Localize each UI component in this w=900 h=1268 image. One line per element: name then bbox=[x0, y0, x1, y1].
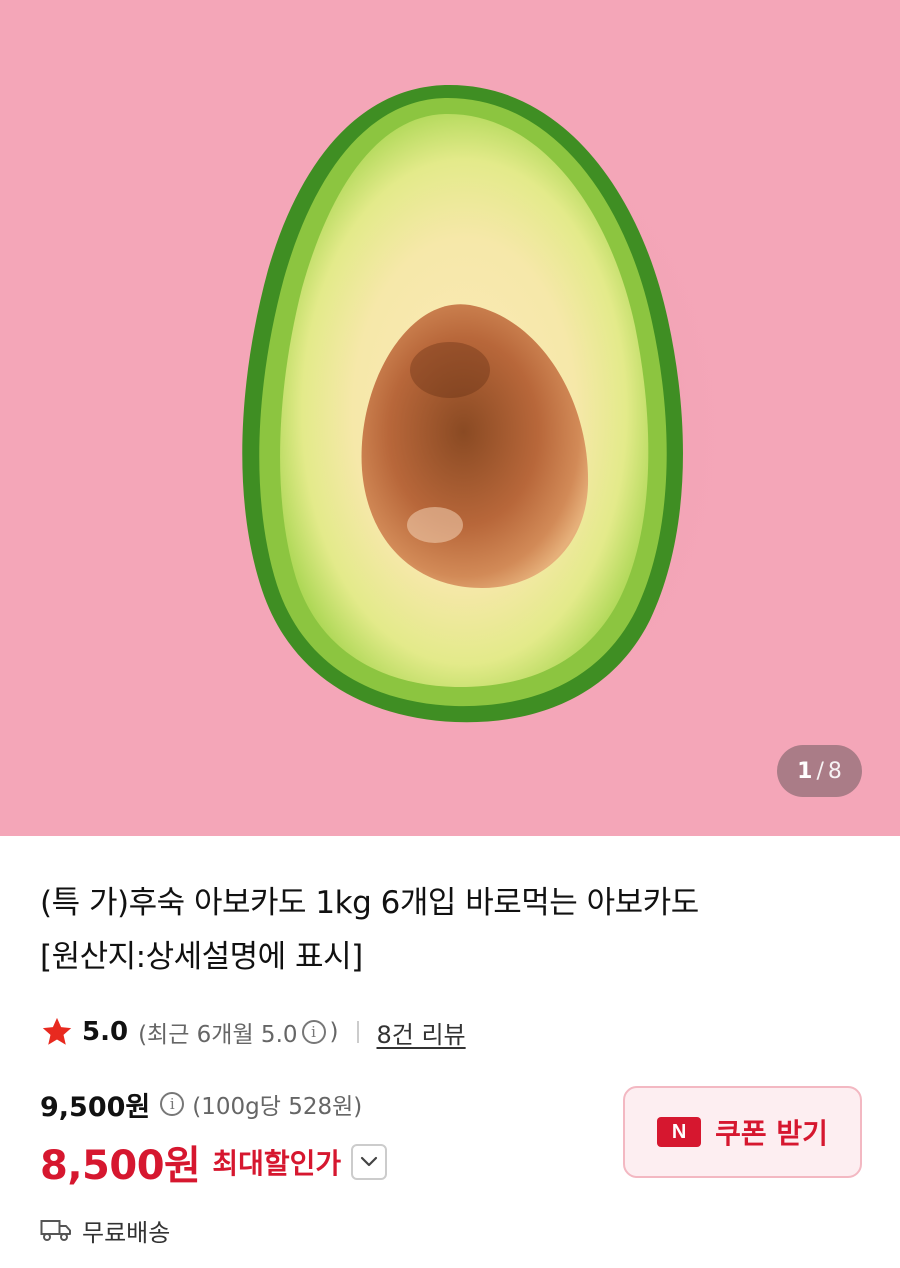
original-price-row: 9,500원 i (100g당 528원) bbox=[40, 1082, 362, 1126]
shipping-row: 무료배송 bbox=[40, 1208, 170, 1252]
product-title-line2: [원산지:상세설명에 표시] bbox=[40, 939, 363, 975]
shipping-label: 무료배송 bbox=[82, 1218, 171, 1247]
truck-icon bbox=[40, 1220, 71, 1241]
product-title-line1: (특 가)후숙 아보카도 1kg 6개입 바로먹는 아보카도 bbox=[40, 885, 699, 921]
coupon-button[interactable]: N 쿠폰 받기 bbox=[623, 1086, 862, 1178]
rating-score: 5.0 bbox=[82, 1017, 129, 1047]
recent-rating: (최근 6개월 5.0 i ) bbox=[138, 1015, 338, 1049]
rating-row: 5.0 (최근 6개월 5.0 i ) 8건 리뷰 bbox=[40, 1010, 466, 1054]
avocado-half-icon bbox=[220, 80, 760, 780]
image-counter: 1 / 8 bbox=[777, 745, 862, 797]
price-detail-toggle[interactable] bbox=[351, 1144, 388, 1180]
sale-price: 8,500원 bbox=[40, 1143, 201, 1189]
coupon-label: 쿠폰 받기 bbox=[715, 1117, 828, 1150]
sale-price-row: 8,500원 최대할인가 bbox=[40, 1134, 388, 1190]
star-icon bbox=[42, 1017, 72, 1045]
chevron-down-icon bbox=[361, 1156, 378, 1167]
product-title: (특 가)후숙 아보카도 1kg 6개입 바로먹는 아보카도 [원산지:상세설명… bbox=[40, 876, 860, 984]
naver-icon: N bbox=[657, 1117, 702, 1147]
sale-label: 최대할인가 bbox=[212, 1147, 342, 1180]
info-icon[interactable]: i bbox=[301, 1020, 326, 1044]
divider bbox=[356, 1021, 359, 1043]
recent-rating-close: ) bbox=[329, 1019, 339, 1045]
recent-rating-text: (최근 6개월 5.0 bbox=[138, 1022, 298, 1048]
unit-price: (100g당 528원) bbox=[192, 1094, 363, 1120]
image-counter-separator: / bbox=[816, 758, 824, 784]
review-count-link[interactable]: 8건 리뷰 bbox=[377, 1015, 466, 1050]
original-price: 9,500원 bbox=[40, 1091, 151, 1123]
product-image-gallery[interactable]: 1 / 8 bbox=[0, 0, 900, 836]
price-info-icon[interactable]: i bbox=[160, 1092, 185, 1116]
image-counter-total: 8 bbox=[827, 758, 842, 784]
image-counter-current: 1 bbox=[797, 758, 813, 784]
